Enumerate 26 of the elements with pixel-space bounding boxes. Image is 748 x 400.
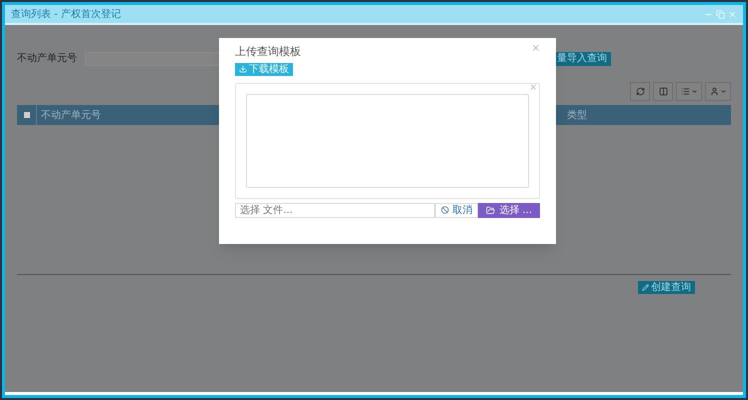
- file-field[interactable]: 选择 文件...: [235, 202, 436, 218]
- column-header: 不动产单元号: [41, 108, 102, 122]
- field-label: 不动产单元号: [17, 52, 77, 66]
- import-button[interactable]: 量导入查询: [553, 52, 611, 66]
- window-title: 查询列表 - 产权首次登记: [11, 8, 121, 22]
- ban-icon: [441, 206, 450, 214]
- cancel-button[interactable]: 取消: [435, 202, 478, 218]
- user-dropdown[interactable]: [705, 82, 731, 101]
- caret-icon: [690, 88, 698, 95]
- download-button[interactable]: 下载模板: [235, 62, 293, 76]
- download-icon: [239, 65, 247, 73]
- dialog-title: 上传查询模板: [235, 44, 301, 60]
- list-dropdown[interactable]: [676, 82, 702, 101]
- refresh-icon: [636, 87, 644, 96]
- columns-icon: [658, 87, 668, 96]
- list-icon: [680, 87, 690, 96]
- folder-icon: [486, 206, 496, 214]
- browse-button[interactable]: 选择 ...: [478, 202, 540, 218]
- create-button[interactable]: 创建查询: [638, 281, 695, 294]
- columns-button[interactable]: [653, 82, 673, 101]
- refresh-button[interactable]: [630, 82, 650, 101]
- pencil-icon: [642, 284, 649, 291]
- caret-icon: [720, 88, 726, 95]
- user-icon: [710, 87, 718, 96]
- column-header: 类型: [567, 108, 587, 122]
- select-all-checkbox[interactable]: [24, 112, 30, 118]
